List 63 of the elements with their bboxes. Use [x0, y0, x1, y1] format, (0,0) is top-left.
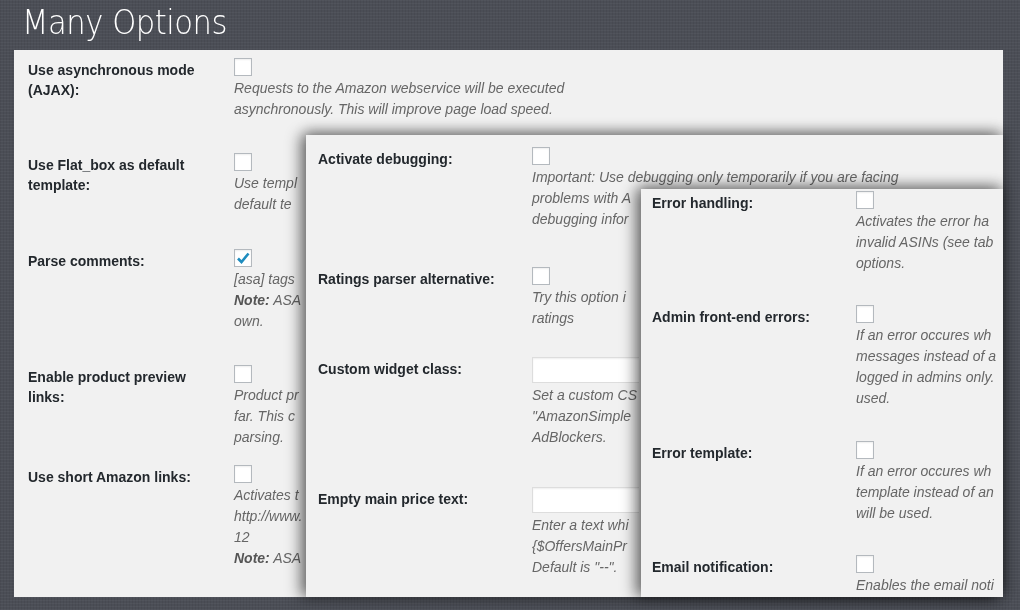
checkbox[interactable]	[234, 465, 252, 483]
option-label: Custom widget class:	[318, 360, 463, 379]
text-field[interactable]	[532, 357, 639, 383]
option-label: Enable product preview links:	[28, 368, 187, 407]
text-field[interactable]	[532, 487, 639, 513]
option-label: Email notification:	[652, 558, 775, 577]
description-line: used.	[856, 389, 891, 408]
description-line: {$OffersMainPr	[532, 537, 627, 556]
description-line: options.	[856, 254, 906, 273]
description-line: http://www.	[234, 507, 303, 526]
option-label: Empty main price text:	[318, 490, 470, 509]
checkbox[interactable]	[856, 555, 874, 573]
description-line: messages instead of a	[856, 347, 997, 366]
description-line: Default is "--".	[532, 558, 618, 577]
option-label: Parse comments:	[28, 252, 146, 271]
checkbox[interactable]	[856, 191, 874, 209]
description-line: Enter a text whi	[532, 516, 629, 535]
description-line: Note: ASA	[234, 549, 302, 568]
description-line: asynchronously. This will improve page load speed.	[234, 100, 553, 119]
description-line: ratings	[532, 309, 575, 328]
description-line: own.	[234, 312, 264, 331]
option-label: Use asynchronous mode (AJAX):	[28, 61, 196, 100]
description-line: Requests to the Amazon webservice will be executed	[234, 79, 565, 98]
page-title: Many Options	[22, 2, 228, 42]
checkbox[interactable]	[234, 153, 252, 171]
checkbox[interactable]	[234, 365, 252, 383]
description-line: far. This c	[234, 407, 295, 426]
description-line: Product pr	[234, 386, 299, 405]
description-line: Activates the error ha	[856, 212, 990, 231]
description-line: Note: ASA	[234, 291, 302, 310]
option-label: Use Flat_box as default template:	[28, 156, 186, 195]
checkbox[interactable]	[532, 147, 550, 165]
checkbox[interactable]	[856, 441, 874, 459]
description-line: "AmazonSimple	[532, 407, 632, 426]
description-line: invalid ASINs (see tab	[856, 233, 994, 252]
description-line: [asa] tags	[234, 270, 295, 289]
option-label: Error handling:	[652, 194, 755, 213]
description-line: Use templ	[234, 174, 298, 193]
option-label: Admin front-end errors:	[652, 308, 811, 327]
description-line: template instead of an	[856, 483, 994, 502]
option-label: Use short Amazon links:	[28, 468, 192, 487]
description-line: 12	[234, 528, 250, 547]
checkbox[interactable]	[234, 58, 252, 76]
option-label: Error template:	[652, 444, 754, 463]
description-line: Important: Use debugging only temporarily if you are facing	[532, 168, 899, 187]
description-line: parsing.	[234, 428, 284, 447]
description-line: problems with A	[532, 189, 632, 208]
description-line: debugging infor	[532, 210, 629, 229]
option-label: Ratings parser alternative:	[318, 270, 496, 289]
description-line: Enables the email noti	[856, 576, 994, 595]
option-label: Activate debugging:	[318, 150, 454, 169]
checkbox[interactable]	[532, 267, 550, 285]
description-line: Set a custom CS	[532, 386, 638, 405]
description-line: Try this option i	[532, 288, 626, 307]
description-line: default te	[234, 195, 292, 214]
description-line: AdBlockers.	[532, 428, 607, 447]
checkbox[interactable]	[856, 305, 874, 323]
checkbox[interactable]	[234, 249, 252, 267]
description-line: will be used.	[856, 504, 934, 523]
description-line: If an error occures wh	[856, 462, 992, 481]
description-line: If an error occures wh	[856, 326, 992, 345]
description-line: Activates t	[234, 486, 299, 505]
description-line: logged in admins only.	[856, 368, 995, 387]
